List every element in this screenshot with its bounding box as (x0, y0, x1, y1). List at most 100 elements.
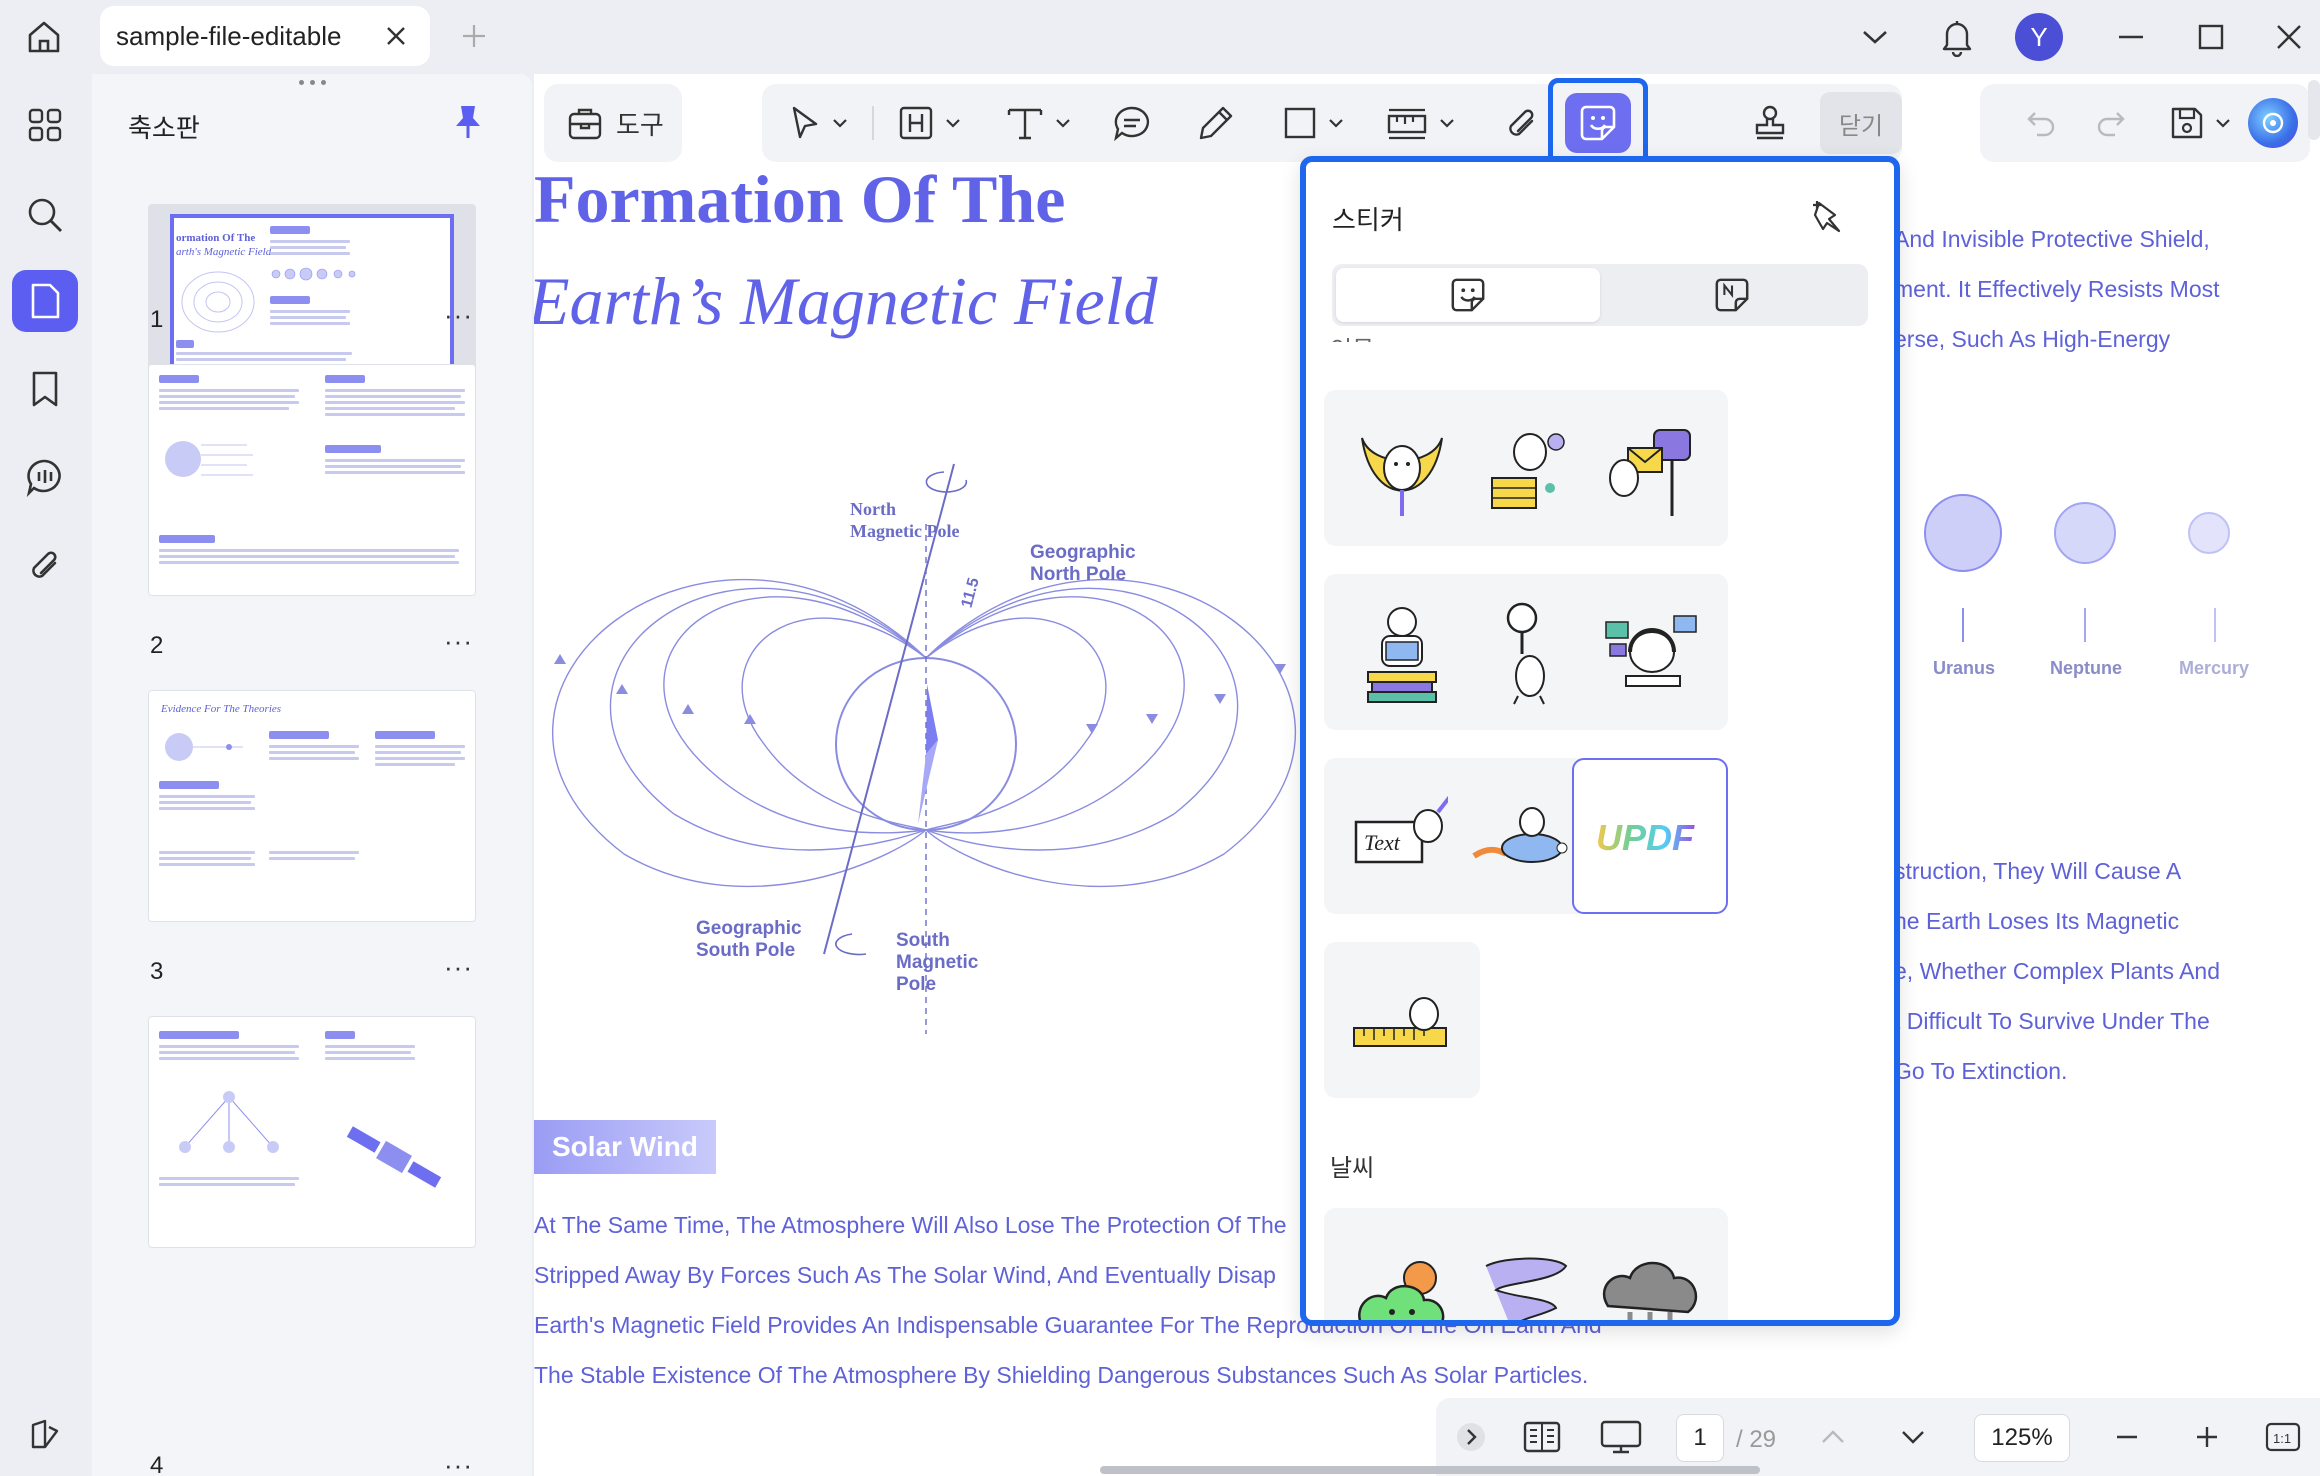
title-bar: sample-file-editable Y (0, 0, 2320, 74)
chevron-down-icon[interactable] (1850, 10, 1900, 64)
sticker-updf-logo[interactable]: UPDF (1572, 758, 1728, 914)
page-more-button[interactable]: ··· (444, 626, 473, 657)
sticker-category-label: 인물 (1330, 330, 1374, 342)
body-paragraph-line: Stripped Away By Forces Such As The Sola… (534, 1262, 1276, 1288)
body-paragraph-line: The Stable Existence Of The Atmosphere B… (534, 1362, 1589, 1388)
drag-handle[interactable] (292, 80, 332, 90)
sticker-mailbox-character[interactable] (1572, 390, 1728, 546)
sticker-storm-cloud[interactable] (1572, 1208, 1728, 1320)
sticker-category-label: 날씨 (1330, 1155, 1375, 1182)
page-layout-icon[interactable] (1512, 1412, 1572, 1462)
comment-tool-button[interactable] (1102, 98, 1162, 148)
zoom-in-icon[interactable] (2182, 1412, 2232, 1462)
thumb-page3-title: Evidence For The Theories (161, 703, 282, 715)
paperclip-icon (1509, 109, 1534, 136)
sticker-updf-text: UPDF (1596, 817, 1695, 858)
right-text-line: And Invisible Protective Shield, (1894, 226, 2210, 252)
search-icon[interactable] (12, 184, 78, 246)
page-thumbnail[interactable] (148, 364, 476, 596)
sticker-type-switch (1332, 264, 1868, 326)
sticker-headset-character[interactable] (1572, 574, 1728, 730)
document-title-line1: Formation Of The (534, 161, 1066, 237)
user-avatar[interactable]: Y (2012, 10, 2066, 64)
page-more-button[interactable]: ··· (444, 300, 473, 331)
close-toolbar-button[interactable]: 닫기 (1820, 92, 1902, 154)
add-tab-icon[interactable] (456, 18, 492, 54)
page-number: 4 (150, 1452, 164, 1476)
layers-icon[interactable] (12, 1404, 78, 1466)
ai-assistant-icon[interactable] (2248, 98, 2298, 148)
actual-size-label: 1:1 (2273, 1431, 2291, 1446)
comment-icon[interactable] (12, 446, 78, 508)
measure-tool-button[interactable] (1376, 98, 1464, 148)
actual-size-button[interactable]: 1:1 (2258, 1412, 2308, 1462)
tab-title: sample-file-editable (116, 20, 342, 51)
bookmark-icon[interactable] (12, 358, 78, 420)
text-icon (1007, 108, 1043, 140)
save-icon (2171, 107, 2203, 139)
label-geographic-north: Geographic North Pole (1030, 542, 1136, 585)
shape-tool-button[interactable] (1274, 98, 1352, 148)
thumbnails-icon[interactable] (12, 270, 78, 332)
chevron-down-icon (1329, 119, 1343, 128)
select-tool-button[interactable] (782, 98, 854, 148)
apps-grid-icon[interactable] (12, 94, 78, 156)
expand-panel-button[interactable] (1446, 1412, 1496, 1462)
horizontal-scrollbar[interactable] (1100, 1466, 1760, 1474)
planet-stem (2084, 608, 2086, 642)
chevron-right-circle-icon (1457, 1423, 1485, 1451)
pin-panel-icon[interactable] (1806, 194, 1852, 240)
page-more-button[interactable]: ··· (444, 952, 473, 983)
zoom-out-icon[interactable] (2102, 1412, 2152, 1462)
status-bar: 1 / 29 125% 1:1 (1436, 1398, 2320, 1476)
label-north-magnetic: North Magnetic Pole (850, 499, 960, 541)
zoom-level[interactable]: 125% (1974, 1414, 2070, 1462)
undo-icon[interactable] (2016, 98, 2066, 148)
page-more-button[interactable]: ··· (444, 1450, 473, 1476)
maximize-icon[interactable] (2184, 10, 2238, 64)
planet-stem (2214, 608, 2216, 642)
label-south-magnetic: South Magnetic Pole (896, 930, 979, 995)
sticky-note-icon (1715, 278, 1749, 312)
section-tag-solar-wind: Solar Wind (534, 1120, 716, 1174)
ruler-icon (1387, 108, 1427, 140)
sticker-tool-button[interactable] (1548, 78, 1648, 168)
previous-page-icon[interactable] (1808, 1412, 1858, 1462)
pin-icon[interactable] (448, 102, 488, 142)
text-tool-button[interactable] (998, 98, 1078, 148)
toolbox-icon (568, 108, 602, 140)
document-tab[interactable]: sample-file-editable (100, 6, 430, 66)
attachment-icon[interactable] (12, 534, 78, 596)
tools-button[interactable]: 도구 (544, 84, 682, 162)
pencil-tool-button[interactable] (1186, 98, 1246, 148)
home-icon[interactable] (18, 12, 70, 62)
presentation-icon[interactable] (1588, 1412, 1654, 1462)
planet-label: Mercury (2178, 658, 2250, 678)
rectangle-icon (1284, 107, 1316, 139)
right-text-line: t Difficult To Survive Under The (1894, 1008, 2210, 1034)
page-thumbnail[interactable]: Evidence For The Theories (148, 690, 476, 922)
sticker-panel: 스티커 인물 Text UPDF (1300, 156, 1900, 1326)
close-window-icon[interactable] (2262, 10, 2316, 64)
highlight-tool-button[interactable] (890, 98, 968, 148)
sticker-icon (1451, 278, 1485, 312)
stamp-tool-button[interactable] (1740, 98, 1800, 148)
chevron-down-icon (1056, 119, 1070, 128)
minimize-icon[interactable] (2104, 10, 2158, 64)
next-page-icon[interactable] (1888, 1412, 1938, 1462)
bell-icon[interactable] (1930, 10, 1984, 64)
sticker-tab-emoji[interactable] (1336, 268, 1600, 322)
attach-file-button[interactable] (1492, 98, 1552, 148)
side-scrollbar[interactable] (2308, 80, 2320, 140)
sticker-panel-title: 스티커 (1332, 205, 1404, 235)
sticker-ruler-character[interactable] (1324, 942, 1480, 1098)
planet-mercury (2188, 512, 2230, 554)
sticker-tab-note[interactable] (1600, 268, 1864, 322)
close-tab-icon[interactable] (380, 20, 412, 52)
right-text-line: erse, Such As High-Energy (1894, 326, 2171, 352)
save-button[interactable] (2160, 98, 2240, 148)
redo-icon[interactable] (2086, 98, 2136, 148)
sticker-icon (1580, 105, 1616, 141)
page-thumbnail[interactable] (148, 1016, 476, 1248)
current-page-input[interactable]: 1 (1676, 1414, 1724, 1462)
